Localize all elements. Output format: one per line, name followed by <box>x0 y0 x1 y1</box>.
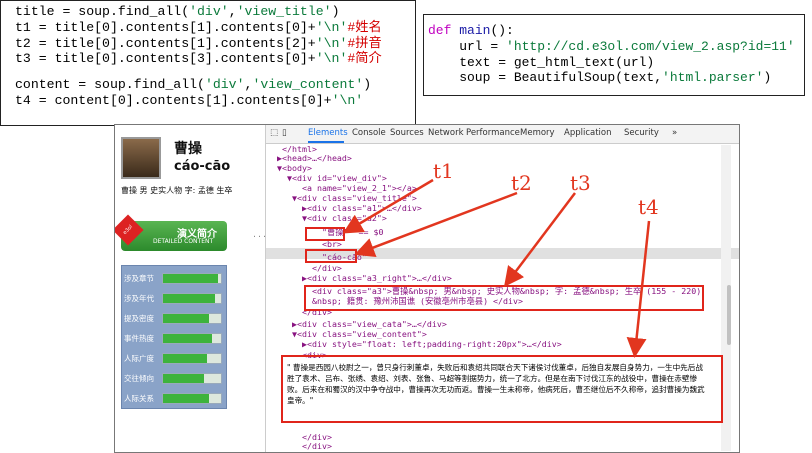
arrow-t3 <box>503 192 576 287</box>
arrow-t2 <box>354 191 518 258</box>
code-line-4: t3 = title[0].contents[3].contents[0]+'\… <box>15 51 382 67</box>
code-line-text: text = get_html_text(url) <box>428 54 655 70</box>
label-t3: t3 <box>570 171 591 195</box>
arrow-t1 <box>342 178 434 234</box>
annotation-arrows <box>342 178 651 358</box>
code-line-def: def main(): <box>428 23 514 38</box>
code-line-5: content = soup.find_all('div','view_cont… <box>15 77 372 93</box>
label-t4: t4 <box>638 195 659 219</box>
arrow-t4 <box>626 220 651 358</box>
label-t1: t1 <box>433 159 454 183</box>
code-line-6: t4 = content[0].contents[1].contents[0]+… <box>15 92 364 108</box>
code-line-3: t2 = title[0].contents[1].contents[2]+'\… <box>15 35 382 51</box>
browser-screenshot: 曹操 cáo-cāo 曹操 男 史实人物 字: 孟德 生卒 e3ol 演义简介 … <box>114 124 740 453</box>
code-line-2: t1 = title[0].contents[1].contents[0]+'\… <box>15 19 382 35</box>
code-snippet-main: def main(): url = 'http://cd.e3ol.com/vi… <box>423 14 805 96</box>
code-line-soup: soup = BeautifulSoup(text,'html.parser') <box>428 70 772 86</box>
code-snippet-parsing: title = soup.find_all('div','view_title'… <box>0 0 416 126</box>
code-line-1: title = soup.find_all('div','view_title'… <box>15 4 340 19</box>
code-line-url: url = 'http://cd.e3ol.com/view_2.asp?id=… <box>428 38 795 54</box>
label-t2: t2 <box>511 171 532 195</box>
